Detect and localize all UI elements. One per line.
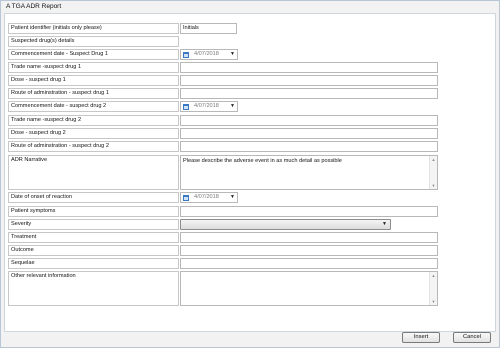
calendar-icon [183, 52, 189, 58]
scroll-down-icon[interactable]: ▼ [430, 298, 437, 305]
route-1-input[interactable] [180, 88, 438, 99]
patient-identifier-input[interactable]: Initials [180, 23, 237, 34]
scroll-up-icon[interactable]: ▲ [430, 156, 437, 163]
outcome-label: Outcome [8, 245, 179, 256]
trade-name-1-label: Trade name -suspect drug 1 [8, 62, 179, 73]
scroll-up-icon[interactable]: ▲ [430, 272, 437, 279]
onset-date-value: 4/07/2018 [194, 194, 219, 200]
dose-2-input[interactable] [180, 128, 438, 139]
commencement-date-2-value: 4/07/2018 [194, 103, 219, 109]
adr-narrative-textarea[interactable]: Please describe the adverse event in as … [180, 155, 438, 190]
adr-narrative-text: Please describe the adverse event in as … [183, 158, 342, 164]
chevron-down-icon[interactable]: ▼ [381, 220, 388, 229]
other-info-label: Other relevant information [8, 271, 179, 306]
chevron-down-icon[interactable]: ▼ [229, 193, 236, 202]
commencement-date-2-picker[interactable]: 4/07/2018 ▼ [180, 101, 238, 112]
onset-date-picker[interactable]: 4/07/2018 ▼ [180, 192, 238, 203]
sequelae-label: Sequelae [8, 258, 179, 269]
onset-date-label: Date of onset of reaction [8, 192, 179, 203]
route-2-label: Route of adminstration - suspect drug 2 [8, 141, 179, 152]
insert-button[interactable]: Insert [402, 332, 440, 343]
adr-narrative-label: ADR Narrative [8, 155, 179, 190]
other-info-scrollbar[interactable]: ▲ ▼ [429, 272, 437, 305]
chevron-down-icon[interactable]: ▼ [229, 102, 236, 111]
outcome-input[interactable] [180, 245, 438, 256]
patient-identifier-label: Patient identifier (initials only please… [8, 23, 179, 34]
dose-1-label: Dose - suspect drug 1 [8, 75, 179, 86]
route-1-label: Route of adminstration - suspect drug 1 [8, 88, 179, 99]
trade-name-2-input[interactable] [180, 115, 438, 126]
trade-name-2-label: Trade name -suspect drug 2 [8, 115, 179, 126]
trade-name-1-input[interactable] [180, 62, 438, 73]
severity-select[interactable]: ▼ [180, 219, 391, 230]
dose-2-label: Dose - suspect drug 2 [8, 128, 179, 139]
treatment-label: Treatment [8, 232, 179, 243]
suspected-drugs-label: Suspected drug(s) details [8, 36, 179, 47]
commencement-date-1-value: 4/07/2018 [194, 51, 219, 57]
tga-adr-report-dialog: A TGA ADR Report Patient identifier (ini… [0, 0, 500, 348]
adr-narrative-scrollbar[interactable]: ▲ ▼ [429, 156, 437, 189]
commencement-date-2-label: Commencement date - suspect drug 2 [8, 101, 179, 112]
severity-label: Severity [8, 219, 179, 230]
treatment-input[interactable] [180, 232, 438, 243]
other-info-textarea[interactable]: ▲ ▼ [180, 271, 438, 306]
scroll-down-icon[interactable]: ▼ [430, 182, 437, 189]
patient-symptoms-label: Patient symptoms [8, 206, 179, 217]
patient-symptoms-input[interactable] [180, 206, 438, 217]
chevron-down-icon[interactable]: ▼ [229, 50, 236, 59]
sequelae-input[interactable] [180, 258, 438, 269]
commencement-date-1-label: Commencement date - Suspect Drug 1 [8, 49, 179, 60]
window-title: A TGA ADR Report [1, 1, 499, 13]
cancel-button[interactable]: Cancel [453, 332, 491, 343]
dose-1-input[interactable] [180, 75, 438, 86]
calendar-icon [183, 104, 189, 110]
commencement-date-1-picker[interactable]: 4/07/2018 ▼ [180, 49, 238, 60]
calendar-icon [183, 195, 189, 201]
route-2-input[interactable] [180, 141, 438, 152]
